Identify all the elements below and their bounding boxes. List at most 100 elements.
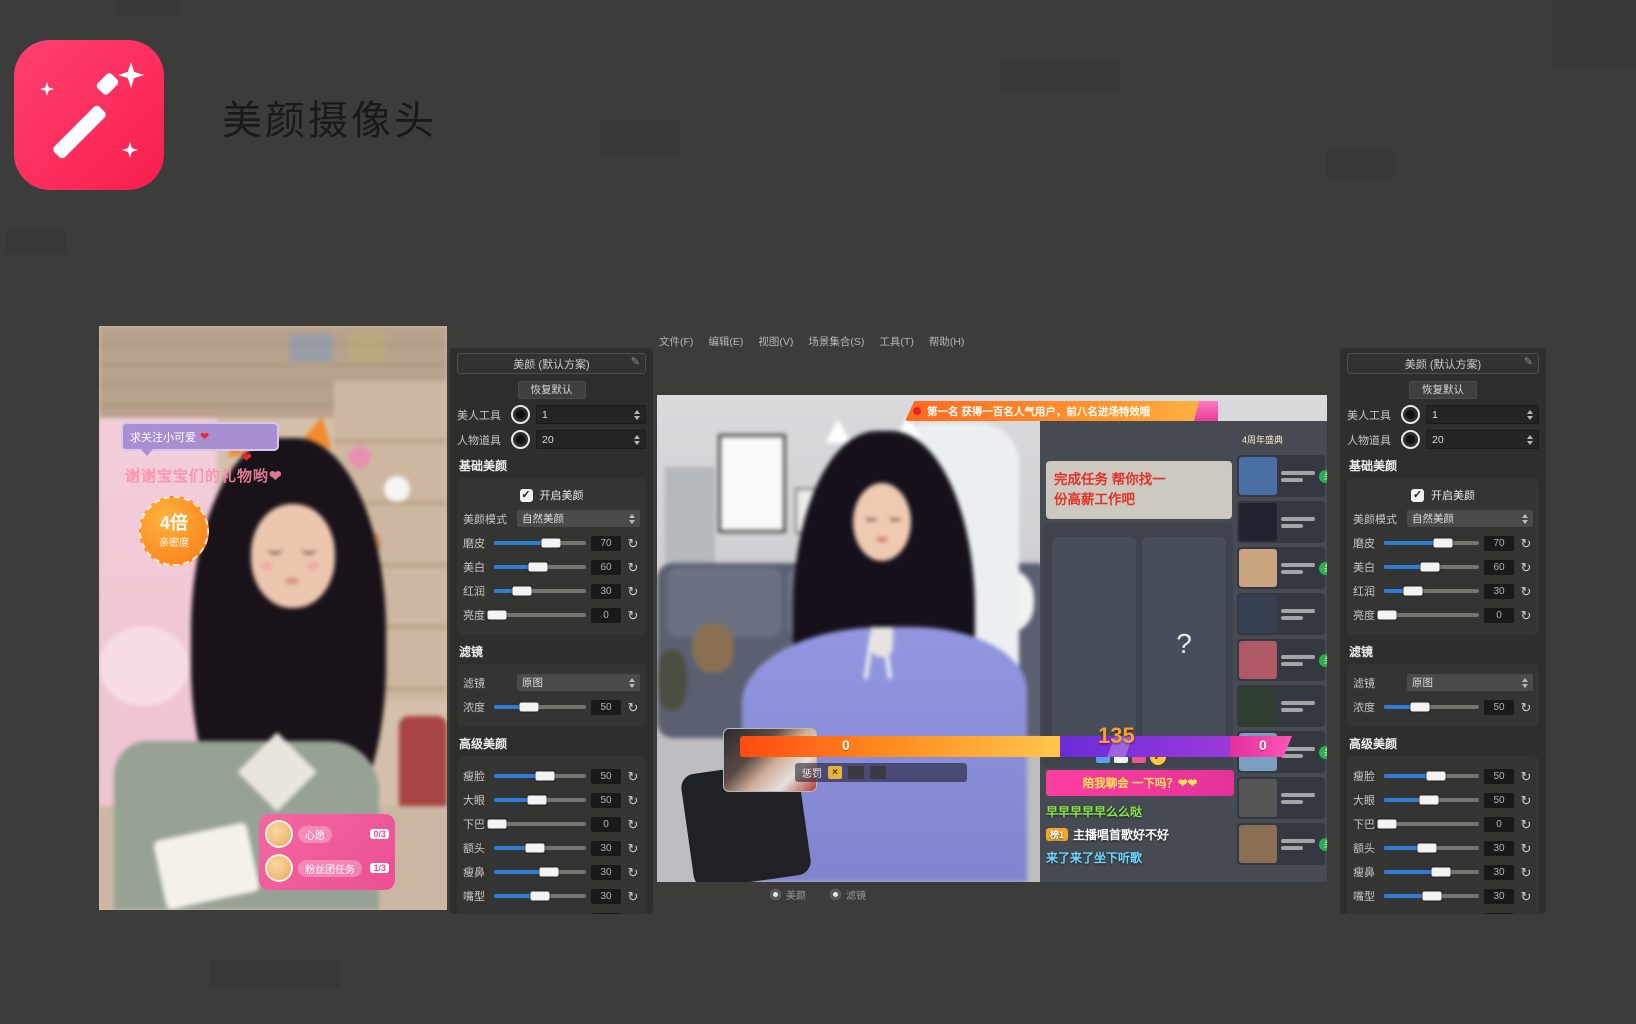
app-icon[interactable] bbox=[14, 40, 164, 190]
checkbox-checked-icon[interactable]: ✓ bbox=[520, 489, 533, 502]
menu-item[interactable]: 场景集合(S) bbox=[808, 334, 864, 349]
slider[interactable] bbox=[1384, 705, 1479, 709]
edit-icon[interactable]: ✎ bbox=[1524, 355, 1533, 368]
menu-item[interactable]: 工具(T) bbox=[879, 334, 913, 349]
checkbox-checked-icon[interactable]: ✓ bbox=[1411, 489, 1424, 502]
slider[interactable] bbox=[1384, 870, 1479, 874]
reset-icon[interactable]: ↻ bbox=[1519, 537, 1533, 550]
wish-row[interactable]: 心愿 0/3 bbox=[265, 820, 389, 848]
slider[interactable] bbox=[1384, 798, 1479, 802]
checkbox-row[interactable]: ✓ 开启美颜 bbox=[463, 487, 640, 503]
follower-thumbnail bbox=[1239, 687, 1277, 725]
reset-icon[interactable]: ↻ bbox=[626, 701, 640, 714]
follow-button[interactable]: 关注 bbox=[1319, 654, 1327, 667]
wish-row[interactable]: 粉丝团任务 1/3 bbox=[265, 854, 389, 882]
slider-value: 0 bbox=[1484, 817, 1514, 832]
spinner-arrows-icon[interactable] bbox=[634, 435, 640, 445]
target-picker-icon[interactable] bbox=[1401, 430, 1420, 449]
reset-icon[interactable]: ↻ bbox=[626, 585, 640, 598]
dropdown-select[interactable]: 自然美颜 bbox=[517, 510, 640, 527]
menu-item[interactable]: 文件(F) bbox=[659, 334, 693, 349]
follow-button[interactable]: 关注 bbox=[1319, 470, 1327, 483]
reset-icon[interactable]: ↻ bbox=[1519, 770, 1533, 783]
stream-preview-center[interactable]: 第一名 获得一百名人气用户，前八名进场特效哦 4周年盛典 完成任务 帮你找一 份… bbox=[657, 395, 1327, 882]
spinner-arrows-icon[interactable] bbox=[1527, 435, 1533, 445]
footer-control[interactable]: 美颜 bbox=[770, 887, 806, 902]
red-dot-icon bbox=[913, 407, 921, 415]
number-input[interactable]: 20 bbox=[536, 430, 646, 449]
reset-icon[interactable]: ↻ bbox=[626, 818, 640, 831]
slider[interactable] bbox=[494, 870, 586, 874]
number-input[interactable]: 1 bbox=[1426, 405, 1539, 424]
reset-icon[interactable]: ↻ bbox=[626, 866, 640, 879]
reset-icon[interactable]: ↻ bbox=[626, 770, 640, 783]
slider[interactable] bbox=[1384, 565, 1479, 569]
panel-title-bar[interactable]: 美颜 (默认方案) ✎ bbox=[1347, 353, 1539, 374]
panel-title-bar[interactable]: 美颜 (默认方案) ✎ bbox=[457, 353, 646, 374]
menu-item[interactable]: 编辑(E) bbox=[708, 334, 743, 349]
wish-panel[interactable]: 心愿 0/3 粉丝团任务 1/3 bbox=[259, 814, 395, 890]
reset-icon[interactable]: ↻ bbox=[1519, 914, 1533, 915]
slider[interactable] bbox=[494, 846, 586, 850]
footer-control[interactable]: 滤镜 bbox=[830, 887, 866, 902]
number-input[interactable]: 1 bbox=[536, 405, 646, 424]
number-input[interactable]: 20 bbox=[1426, 430, 1539, 449]
slider[interactable] bbox=[1384, 774, 1479, 778]
menu-item[interactable]: 帮助(H) bbox=[929, 334, 965, 349]
dropdown-select[interactable]: 原图 bbox=[1407, 674, 1533, 691]
reset-icon[interactable]: ↻ bbox=[1519, 818, 1533, 831]
restore-defaults-button[interactable]: 恢复默认 bbox=[1409, 381, 1477, 399]
bg-patch bbox=[6, 228, 66, 254]
restore-defaults-button[interactable]: 恢复默认 bbox=[518, 381, 586, 399]
slider[interactable] bbox=[1384, 846, 1479, 850]
reset-icon[interactable]: ↻ bbox=[626, 794, 640, 807]
reset-icon[interactable]: ↻ bbox=[1519, 866, 1533, 879]
reset-icon[interactable]: ↻ bbox=[626, 537, 640, 550]
slider[interactable] bbox=[494, 774, 586, 778]
slider[interactable] bbox=[1384, 541, 1479, 545]
checkbox-row[interactable]: ✓ 开启美颜 bbox=[1353, 487, 1533, 503]
reset-icon[interactable]: ↻ bbox=[1519, 701, 1533, 714]
reset-icon[interactable]: ↻ bbox=[626, 609, 640, 622]
reset-icon[interactable]: ↻ bbox=[626, 914, 640, 915]
section-heading: 高级美颜 bbox=[1349, 735, 1537, 752]
dropdown-select[interactable]: 原图 bbox=[517, 674, 640, 691]
reset-icon[interactable]: ↻ bbox=[1519, 842, 1533, 855]
follow-button[interactable]: 关注 bbox=[1319, 746, 1327, 759]
reset-icon[interactable]: ↻ bbox=[1519, 794, 1533, 807]
target-picker-icon[interactable] bbox=[1401, 405, 1420, 424]
slider[interactable] bbox=[494, 613, 586, 617]
spinner-arrows-icon[interactable] bbox=[1527, 410, 1533, 420]
reset-icon[interactable]: ↻ bbox=[626, 890, 640, 903]
slider[interactable] bbox=[494, 541, 586, 545]
reset-icon[interactable]: ↻ bbox=[1519, 609, 1533, 622]
slider[interactable] bbox=[494, 589, 586, 593]
dropdown-row: 美颜模式 自然美颜 bbox=[463, 510, 640, 527]
reset-icon[interactable]: ↻ bbox=[1519, 561, 1533, 574]
slider[interactable] bbox=[1384, 822, 1479, 826]
slider[interactable] bbox=[494, 822, 586, 826]
panel-title: 美颜 (默认方案) bbox=[513, 356, 589, 372]
reset-icon[interactable]: ↻ bbox=[1519, 585, 1533, 598]
reset-icon[interactable]: ↻ bbox=[1519, 890, 1533, 903]
slider[interactable] bbox=[494, 894, 586, 898]
dropdown-select[interactable]: 自然美颜 bbox=[1407, 510, 1533, 527]
spinner-arrows-icon[interactable] bbox=[634, 410, 640, 420]
chevron-updown-icon bbox=[1522, 514, 1528, 524]
slider[interactable] bbox=[494, 798, 586, 802]
follow-button[interactable]: 关注 bbox=[1319, 838, 1327, 851]
edit-icon[interactable]: ✎ bbox=[631, 355, 640, 368]
reset-icon[interactable]: ↻ bbox=[626, 561, 640, 574]
reset-icon[interactable]: ↻ bbox=[626, 842, 640, 855]
target-picker-icon[interactable] bbox=[511, 430, 530, 449]
slider[interactable] bbox=[1384, 894, 1479, 898]
slider-row: 磨皮 70 ↻ bbox=[1353, 535, 1533, 551]
menu-item[interactable]: 视图(V) bbox=[758, 334, 793, 349]
slider[interactable] bbox=[1384, 613, 1479, 617]
slider[interactable] bbox=[1384, 589, 1479, 593]
follow-button[interactable]: 关注 bbox=[1319, 562, 1327, 575]
slider[interactable] bbox=[494, 705, 586, 709]
follower-card: 关注 bbox=[1237, 823, 1325, 865]
target-picker-icon[interactable] bbox=[511, 405, 530, 424]
slider[interactable] bbox=[494, 565, 586, 569]
